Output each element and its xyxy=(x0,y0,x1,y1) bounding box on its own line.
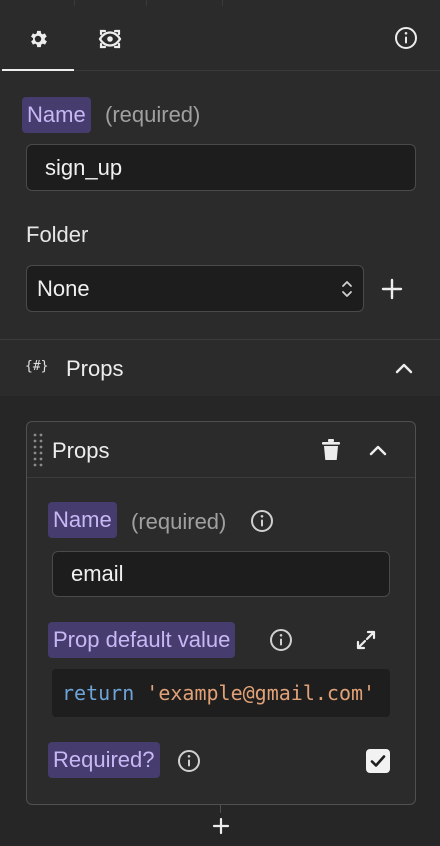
prop-name-info-icon[interactable] xyxy=(250,509,274,533)
code-string-value: 'example@gmail.com' xyxy=(146,681,376,705)
prop-name-required-hint: (required) xyxy=(131,509,227,534)
add-prop-button[interactable] xyxy=(210,815,232,837)
prop-card-header: Props xyxy=(27,422,415,478)
props-group-icon: {#} xyxy=(25,359,49,374)
chevron-updown-icon xyxy=(341,279,353,299)
required-info-icon[interactable] xyxy=(177,749,201,773)
tab-settings[interactable] xyxy=(2,14,74,71)
prop-name-label-chip: Name xyxy=(48,502,117,538)
top-divider-ticks xyxy=(0,0,440,6)
prop-name-input-value: email xyxy=(71,561,124,586)
eye-preview-icon xyxy=(96,26,124,52)
expand-icon[interactable] xyxy=(354,628,378,652)
prop-card-title: Props xyxy=(52,438,110,463)
plus-icon xyxy=(212,817,230,835)
info-icon[interactable] xyxy=(394,26,418,50)
checkbox-checked-icon xyxy=(370,754,386,768)
code-keyword: return xyxy=(62,681,135,705)
props-group-title: Props xyxy=(66,356,124,381)
folder-label: Folder xyxy=(26,222,89,247)
prop-default-label-chip: Prop default value xyxy=(48,622,236,658)
folder-select[interactable]: None xyxy=(26,265,364,312)
name-input[interactable]: sign_up xyxy=(26,144,416,191)
component-settings-section: Name (required) sign_up Folder None xyxy=(0,71,440,339)
tab-preview[interactable] xyxy=(74,14,146,64)
required-label-chip: Required? xyxy=(48,742,160,778)
gear-icon xyxy=(27,28,49,50)
name-required-hint: (required) xyxy=(105,102,201,127)
required-checkbox[interactable] xyxy=(366,749,390,773)
drag-handle-icon[interactable] xyxy=(31,430,45,470)
prop-name-input[interactable]: email xyxy=(52,551,390,597)
props-group-header[interactable]: {#} Props xyxy=(0,340,440,396)
trash-icon[interactable] xyxy=(320,438,342,462)
plus-icon xyxy=(381,278,403,300)
folder-select-value: None xyxy=(37,275,90,301)
name-label-chip: Name xyxy=(22,97,91,133)
add-connector-line xyxy=(220,805,221,813)
collapse-prop-chevron-icon[interactable] xyxy=(366,440,390,460)
panel-tab-bar xyxy=(0,0,440,71)
prop-default-info-icon[interactable] xyxy=(269,628,293,652)
add-folder-button[interactable] xyxy=(378,275,406,303)
prop-default-code-editor[interactable]: return 'example@gmail.com' xyxy=(52,669,390,717)
name-input-value: sign_up xyxy=(45,154,123,180)
chevron-up-icon[interactable] xyxy=(392,358,416,378)
